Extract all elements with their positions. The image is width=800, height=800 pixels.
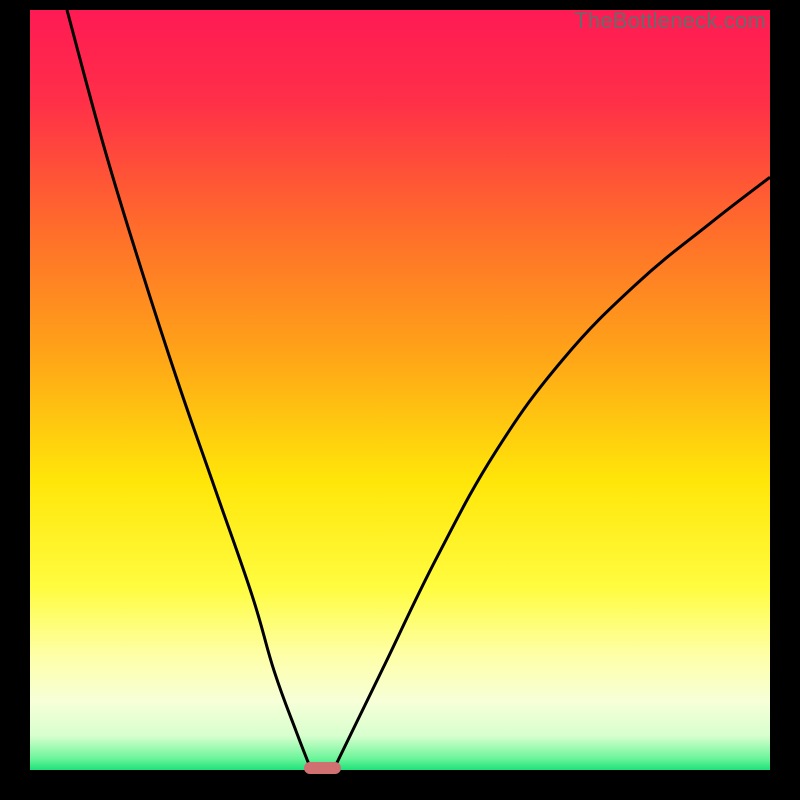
optimal-point-marker: [304, 762, 341, 774]
left-curve: [67, 10, 311, 770]
right-curve: [333, 177, 770, 770]
chart-plot-area: [30, 10, 770, 770]
watermark-text: TheBottleneck.com: [574, 8, 766, 34]
bottleneck-curves: [30, 10, 770, 770]
